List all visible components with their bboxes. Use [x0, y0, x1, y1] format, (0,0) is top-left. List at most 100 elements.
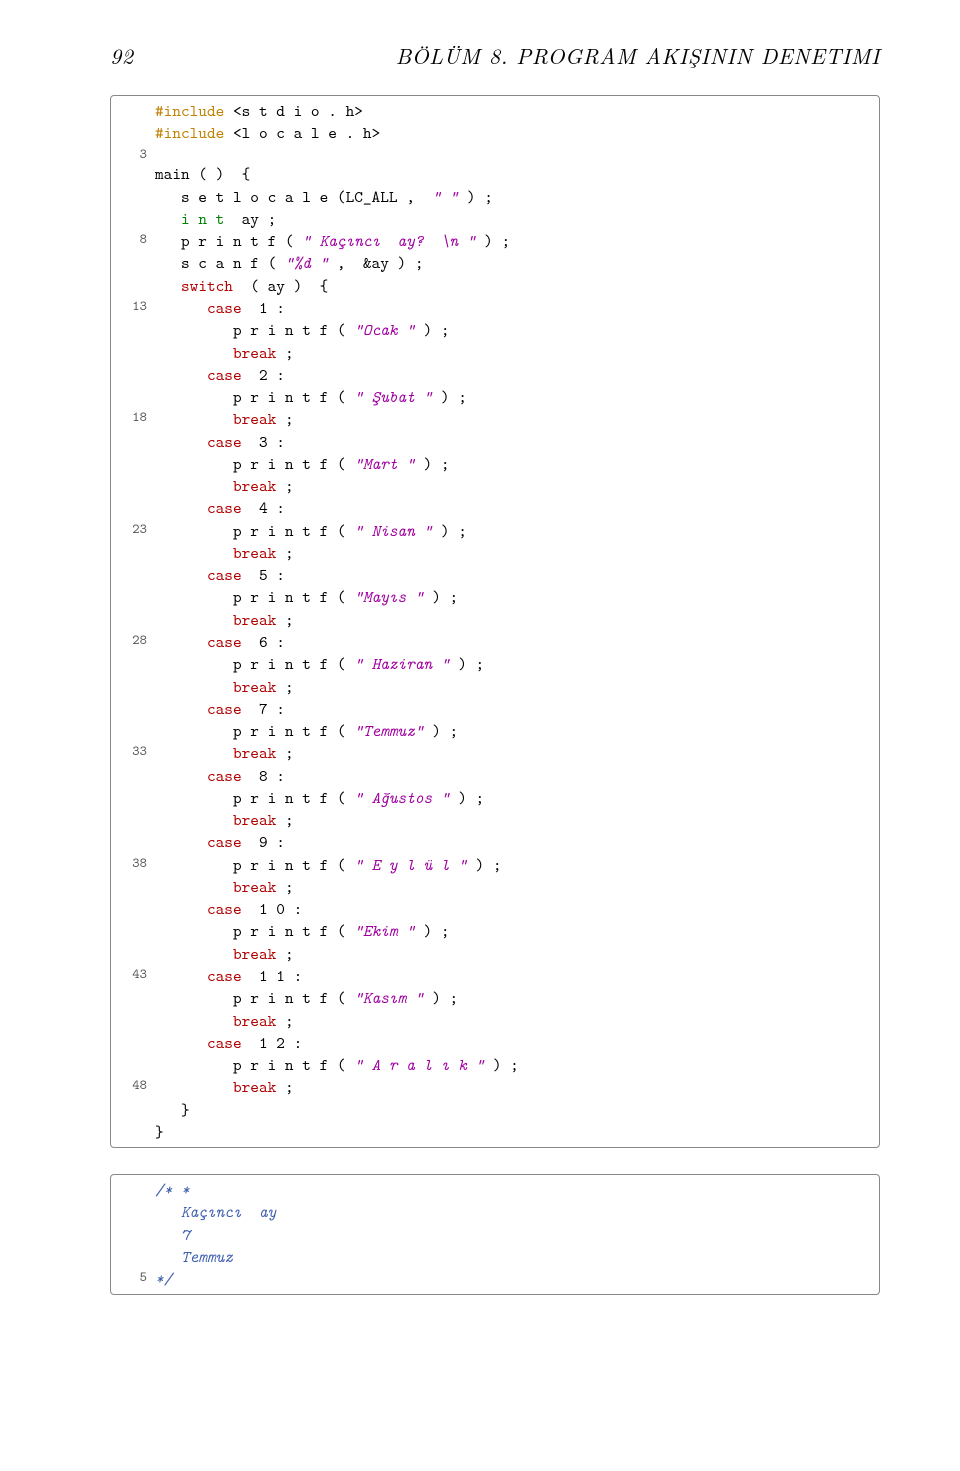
code-content: break ; [153, 742, 879, 764]
code-content: case 6 : [153, 631, 879, 653]
code-line: p r i n t f ( " Haziran " ) ; [111, 653, 879, 675]
line-number [111, 609, 153, 631]
line-number [111, 787, 153, 809]
line-number: 18 [111, 408, 153, 430]
code-content: break ; [153, 809, 879, 831]
line-number [111, 1010, 153, 1032]
code-content: p r i n t f ( " Şubat " ) ; [153, 386, 879, 408]
line-number [111, 765, 153, 787]
line-number: 33 [111, 742, 153, 764]
line-number: 8 [111, 230, 153, 252]
line-number [111, 1099, 153, 1121]
code-line: 5∗/ [111, 1268, 879, 1290]
line-number [111, 1224, 153, 1246]
code-line: } [111, 1121, 879, 1143]
line-number [111, 208, 153, 230]
code-line: #include <l o c a l e . h> [111, 122, 879, 144]
code-line: main ( ) { [111, 163, 879, 185]
code-line: break ; [111, 342, 879, 364]
code-block-main: #include <s t d i o . h>#include <l o c … [110, 95, 880, 1148]
code-content: p r i n t f ( " Nisan " ) ; [153, 520, 879, 542]
line-number [111, 252, 153, 274]
line-number [111, 431, 153, 453]
line-number [111, 831, 153, 853]
code-line: 43 case 1 1 : [111, 965, 879, 987]
code-content: break ; [153, 342, 879, 364]
line-number [111, 676, 153, 698]
line-number [111, 1032, 153, 1054]
page-number: 92 [110, 40, 133, 71]
code-content: break ; [153, 1010, 879, 1032]
code-content: break ; [153, 876, 879, 898]
code-content [153, 145, 879, 164]
code-content: break ; [153, 943, 879, 965]
line-number [111, 1054, 153, 1076]
line-number: 23 [111, 520, 153, 542]
line-number [111, 122, 153, 144]
code-line: 8 p r i n t f ( " Kaçıncı ay? \n " ) ; [111, 230, 879, 252]
code-content: p r i n t f ( "Mart " ) ; [153, 453, 879, 475]
code-content: case 8 : [153, 765, 879, 787]
code-content: case 9 : [153, 831, 879, 853]
code-line: switch ( ay ) { [111, 275, 879, 297]
code-content: p r i n t f ( "Ocak " ) ; [153, 319, 879, 341]
code-line: case 3 : [111, 431, 879, 453]
code-line: break ; [111, 809, 879, 831]
code-line: p r i n t f ( " Ağustos " ) ; [111, 787, 879, 809]
code-line: case 7 : [111, 698, 879, 720]
code-block-output: /∗ ∗ Kaçıncı ay 7 Temmuz5∗/ [110, 1174, 880, 1295]
line-number [111, 275, 153, 297]
code-content: /∗ ∗ [153, 1179, 879, 1201]
code-content: case 5 : [153, 564, 879, 586]
code-line: p r i n t f ( "Temmuz" ) ; [111, 720, 879, 742]
page: 92 BÖLÜM 8. PROGRAM AKIŞININ DENETIMI #i… [0, 0, 960, 1381]
line-number [111, 186, 153, 208]
code-content: break ; [153, 542, 879, 564]
line-number [111, 100, 153, 122]
code-line: case 1 2 : [111, 1032, 879, 1054]
code-line: 33 break ; [111, 742, 879, 764]
code-content: case 1 1 : [153, 965, 879, 987]
code-line: 3 [111, 145, 879, 164]
line-number [111, 453, 153, 475]
code-content: s c a n f ( "%d " , &ay ) ; [153, 252, 879, 274]
code-content: case 7 : [153, 698, 879, 720]
line-number [111, 920, 153, 942]
line-number [111, 987, 153, 1009]
code-line: break ; [111, 876, 879, 898]
code-line: break ; [111, 676, 879, 698]
line-number [111, 319, 153, 341]
code-content: switch ( ay ) { [153, 275, 879, 297]
code-line: 7 [111, 1224, 879, 1246]
code-content: break ; [153, 408, 879, 430]
code-line: break ; [111, 1010, 879, 1032]
line-number [111, 876, 153, 898]
code-content: #include <l o c a l e . h> [153, 122, 879, 144]
line-number: 5 [111, 1268, 153, 1290]
code-content: 7 [153, 1224, 879, 1246]
code-content: p r i n t f ( "Temmuz" ) ; [153, 720, 879, 742]
code-content: #include <s t d i o . h> [153, 100, 879, 122]
line-number [111, 898, 153, 920]
code-line: } [111, 1099, 879, 1121]
code-line: Kaçıncı ay [111, 1201, 879, 1223]
code-content: i n t ay ; [153, 208, 879, 230]
code-content: p r i n t f ( " A r a l ı k " ) ; [153, 1054, 879, 1076]
code-content: case 1 : [153, 297, 879, 319]
line-number: 38 [111, 854, 153, 876]
code-content: main ( ) { [153, 163, 879, 185]
code-line: 38 p r i n t f ( " E y l ü l " ) ; [111, 854, 879, 876]
line-number [111, 653, 153, 675]
code-line: p r i n t f ( "Ocak " ) ; [111, 319, 879, 341]
page-header: 92 BÖLÜM 8. PROGRAM AKIŞININ DENETIMI [110, 40, 880, 71]
line-number: 3 [111, 145, 153, 164]
code-content: } [153, 1121, 879, 1143]
code-content: ∗/ [153, 1268, 879, 1290]
code-content: break ; [153, 676, 879, 698]
code-content: Kaçıncı ay [153, 1201, 879, 1223]
code-line: p r i n t f ( " A r a l ı k " ) ; [111, 1054, 879, 1076]
code-content: break ; [153, 475, 879, 497]
line-number [111, 342, 153, 364]
line-number [111, 564, 153, 586]
code-line: /∗ ∗ [111, 1179, 879, 1201]
